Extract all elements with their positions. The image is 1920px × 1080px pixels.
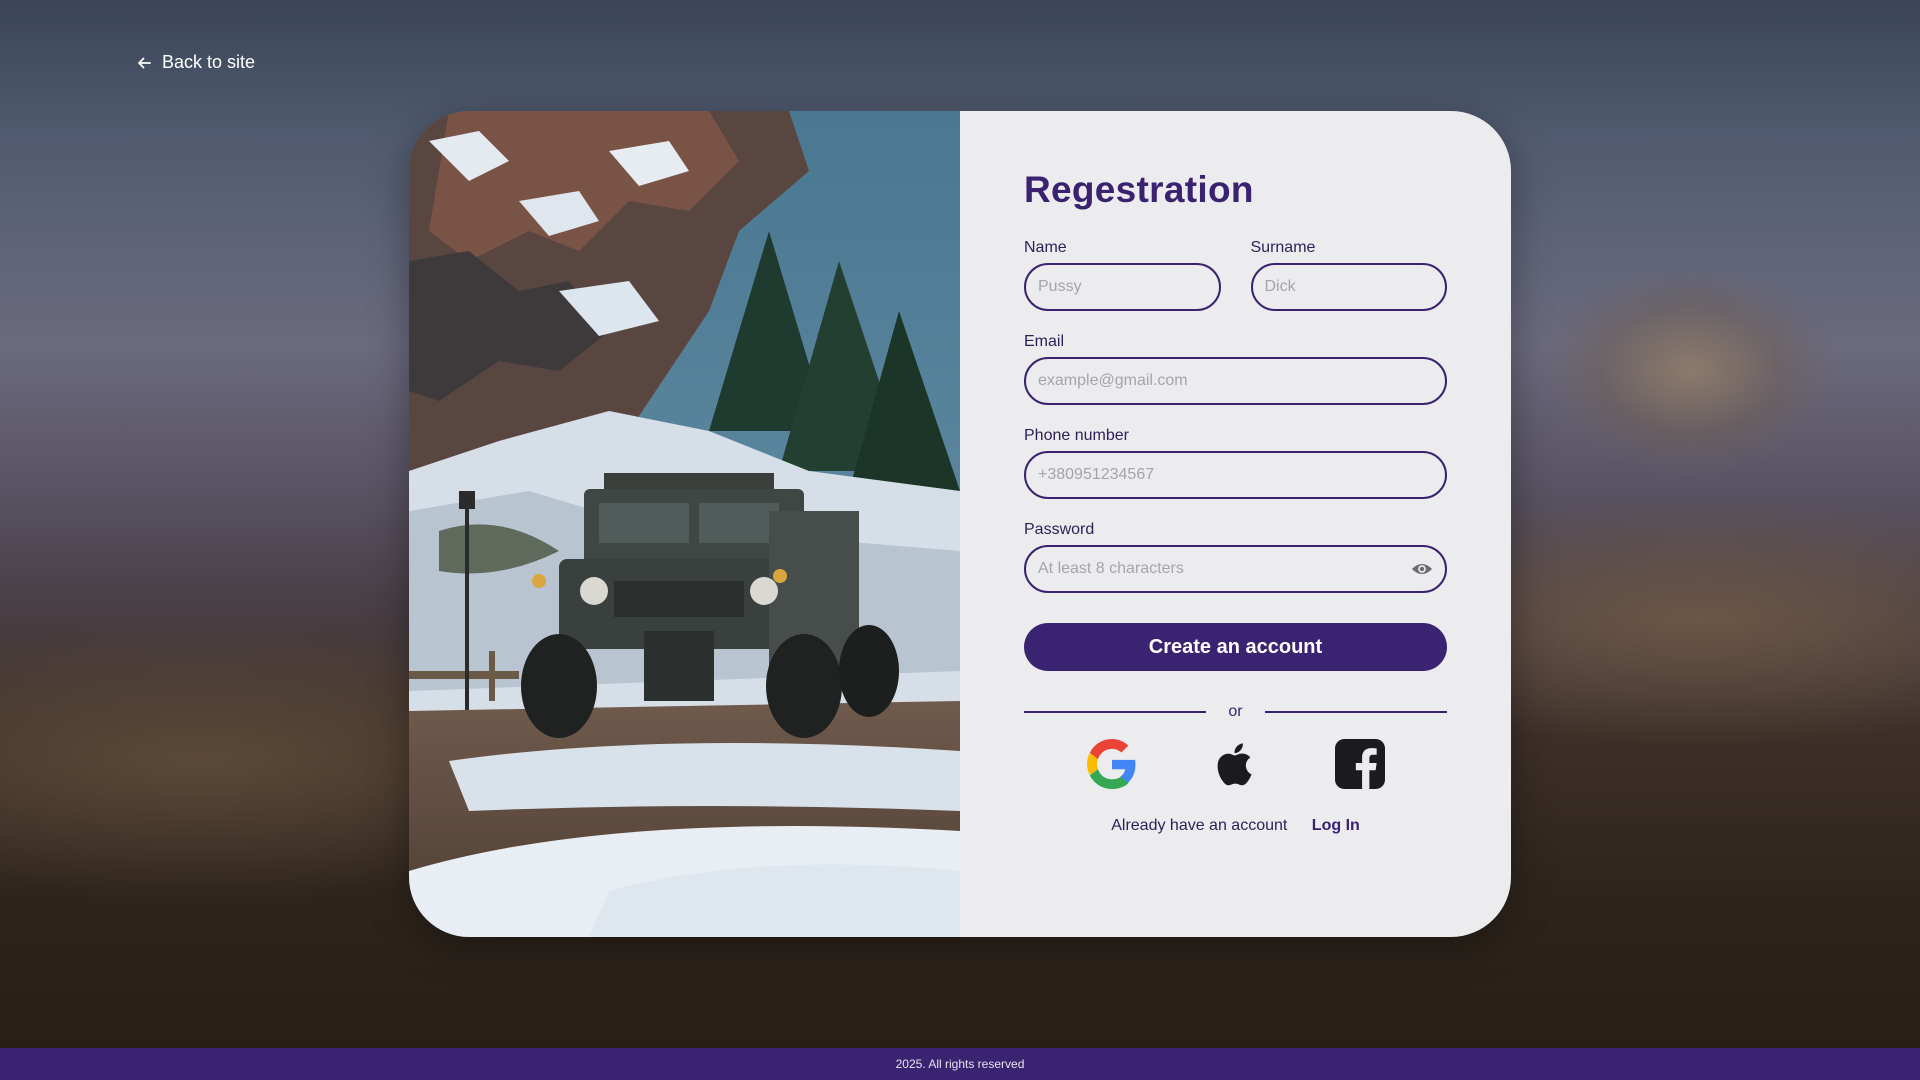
- or-divider: or: [1024, 703, 1448, 721]
- surname-label: Surname: [1250, 239, 1316, 256]
- registration-form: Regestration Name Surname Email Pho: [960, 111, 1511, 937]
- password-field-group: Password: [1024, 521, 1447, 593]
- phone-input[interactable]: [1024, 451, 1447, 499]
- login-link[interactable]: Log In: [1312, 817, 1360, 834]
- password-input[interactable]: [1024, 545, 1447, 593]
- back-to-site-link[interactable]: Back to site: [136, 52, 255, 73]
- create-account-button[interactable]: Create an account: [1024, 623, 1447, 671]
- divider-line-right: [1264, 711, 1448, 713]
- name-field-group: Name: [1024, 239, 1221, 311]
- login-prompt-text: Already have an account: [1111, 817, 1288, 834]
- or-label: or: [1228, 703, 1243, 720]
- surname-input[interactable]: [1250, 263, 1447, 311]
- login-prompt-row: Already have an account Log In: [1024, 817, 1447, 835]
- name-input[interactable]: [1024, 263, 1221, 311]
- name-label: Name: [1024, 239, 1067, 256]
- phone-label: Phone number: [1024, 427, 1129, 444]
- google-icon[interactable]: [1086, 739, 1137, 789]
- email-label: Email: [1024, 333, 1065, 350]
- back-to-site-label: Back to site: [162, 52, 256, 72]
- social-login-group: [1024, 739, 1447, 789]
- arrow-left-icon: [138, 57, 151, 68]
- phone-field-group: Phone number: [1024, 427, 1447, 499]
- facebook-icon[interactable]: [1334, 739, 1385, 789]
- divider-line-left: [1024, 711, 1207, 713]
- surname-field-group: Surname: [1250, 239, 1447, 311]
- hero-photo: [409, 111, 960, 937]
- footer-copyright: 2025. All rights reserved: [895, 1057, 1025, 1071]
- page-title: Regestration: [1024, 169, 1254, 210]
- email-input[interactable]: [1024, 357, 1447, 405]
- email-field-group: Email: [1024, 333, 1447, 405]
- eye-icon[interactable]: [1411, 559, 1433, 579]
- apple-icon[interactable]: [1211, 739, 1261, 789]
- footer: 2025. All rights reserved: [0, 1048, 1920, 1080]
- registration-card: Regestration Name Surname Email Pho: [409, 111, 1511, 937]
- password-label: Password: [1024, 521, 1095, 538]
